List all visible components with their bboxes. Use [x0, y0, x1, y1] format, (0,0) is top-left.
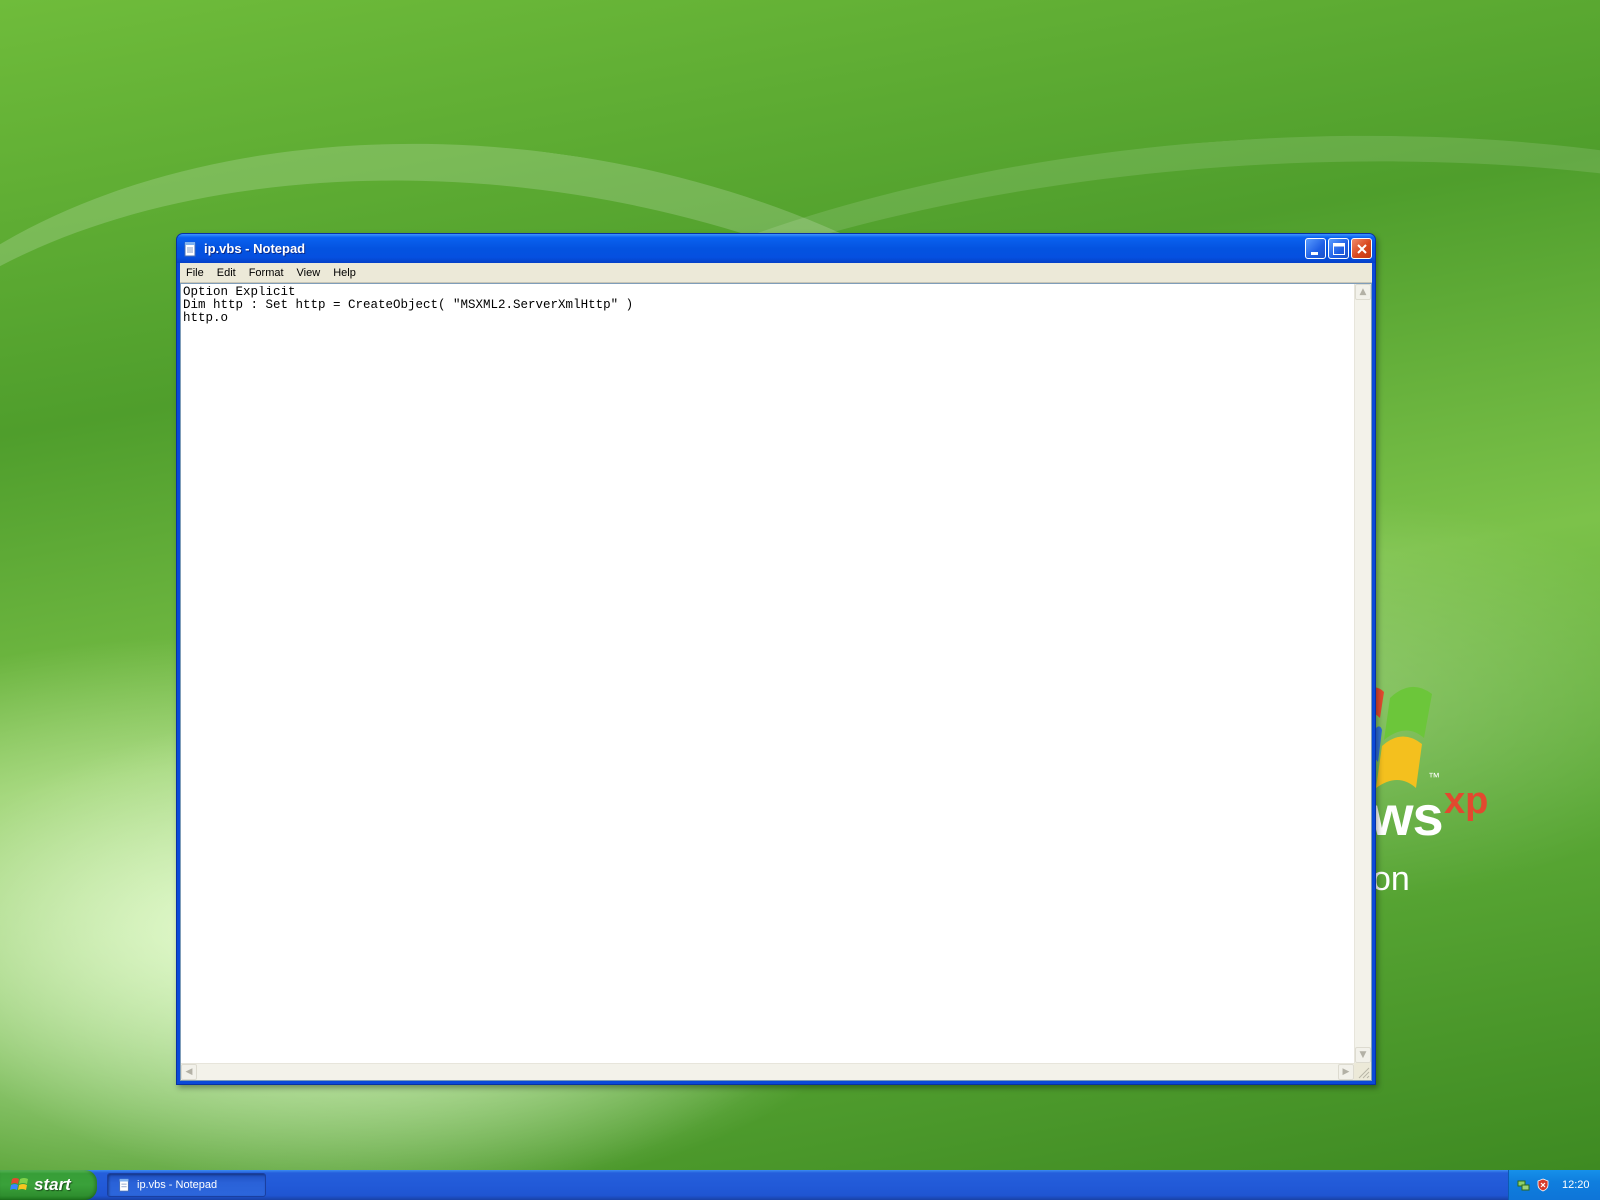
network-icon[interactable]	[1517, 1178, 1531, 1192]
taskbar-item-notepad[interactable]: ip.vbs - Notepad	[107, 1173, 266, 1197]
horizontal-scrollbar[interactable]: ◀ ▶	[181, 1063, 1354, 1080]
title-bar[interactable]: ip.vbs - Notepad	[177, 234, 1375, 263]
resize-grip-icon	[1358, 1067, 1370, 1079]
system-tray: 12:20	[1508, 1170, 1600, 1200]
start-button[interactable]: start	[0, 1170, 97, 1200]
chevron-down-icon: ▼	[1359, 1050, 1367, 1060]
start-label: start	[34, 1175, 71, 1194]
notepad-window[interactable]: ip.vbs - Notepad File Edit Format View H…	[176, 233, 1376, 1085]
menu-help[interactable]: Help	[327, 267, 363, 279]
clock[interactable]: 12:20	[1562, 1179, 1590, 1191]
menu-view[interactable]: View	[291, 267, 328, 279]
taskbar-item-label: ip.vbs - Notepad	[137, 1179, 218, 1191]
scroll-down-button[interactable]: ▼	[1355, 1047, 1371, 1063]
maximize-button[interactable]	[1328, 238, 1349, 259]
window-title: ip.vbs - Notepad	[204, 241, 306, 256]
trademark-symbol: ™	[1428, 770, 1440, 784]
menu-file[interactable]: File	[180, 267, 211, 279]
text-editor[interactable]: Option Explicit Dim http : Set http = Cr…	[180, 283, 1372, 1081]
menu-bar: File Edit Format View Help	[180, 263, 1372, 283]
scroll-left-button[interactable]: ◀	[181, 1064, 197, 1080]
close-icon	[1357, 244, 1367, 254]
scroll-up-button[interactable]: ▲	[1355, 284, 1371, 300]
editor-content[interactable]: Option Explicit Dim http : Set http = Cr…	[183, 286, 1353, 1062]
security-shield-icon[interactable]	[1536, 1178, 1550, 1192]
window-controls	[1305, 238, 1372, 259]
menu-format[interactable]: Format	[243, 267, 291, 279]
chevron-left-icon: ◀	[185, 1067, 193, 1077]
notepad-icon	[119, 1178, 129, 1192]
close-button[interactable]	[1351, 238, 1372, 259]
minimize-button[interactable]	[1305, 238, 1326, 259]
taskbar: start ip.vbs - Notepad 12:20	[0, 1170, 1600, 1200]
menu-edit[interactable]: Edit	[211, 267, 243, 279]
logo-brand-text: ws	[1370, 784, 1444, 847]
windows-flag-icon	[10, 1178, 28, 1190]
logo-edition-text: on	[1372, 860, 1410, 898]
scroll-right-button[interactable]: ▶	[1338, 1064, 1354, 1080]
windows-xp-logo: ™ ws xp on	[1356, 670, 1600, 910]
maximize-icon	[1333, 243, 1345, 255]
minimize-icon	[1311, 252, 1318, 255]
notepad-icon	[184, 241, 196, 256]
chevron-right-icon: ▶	[1342, 1067, 1350, 1077]
chevron-up-icon: ▲	[1359, 287, 1367, 297]
logo-xp-text: xp	[1444, 780, 1489, 822]
vertical-scrollbar[interactable]: ▲ ▼	[1354, 284, 1371, 1063]
resize-grip[interactable]	[1354, 1063, 1371, 1080]
